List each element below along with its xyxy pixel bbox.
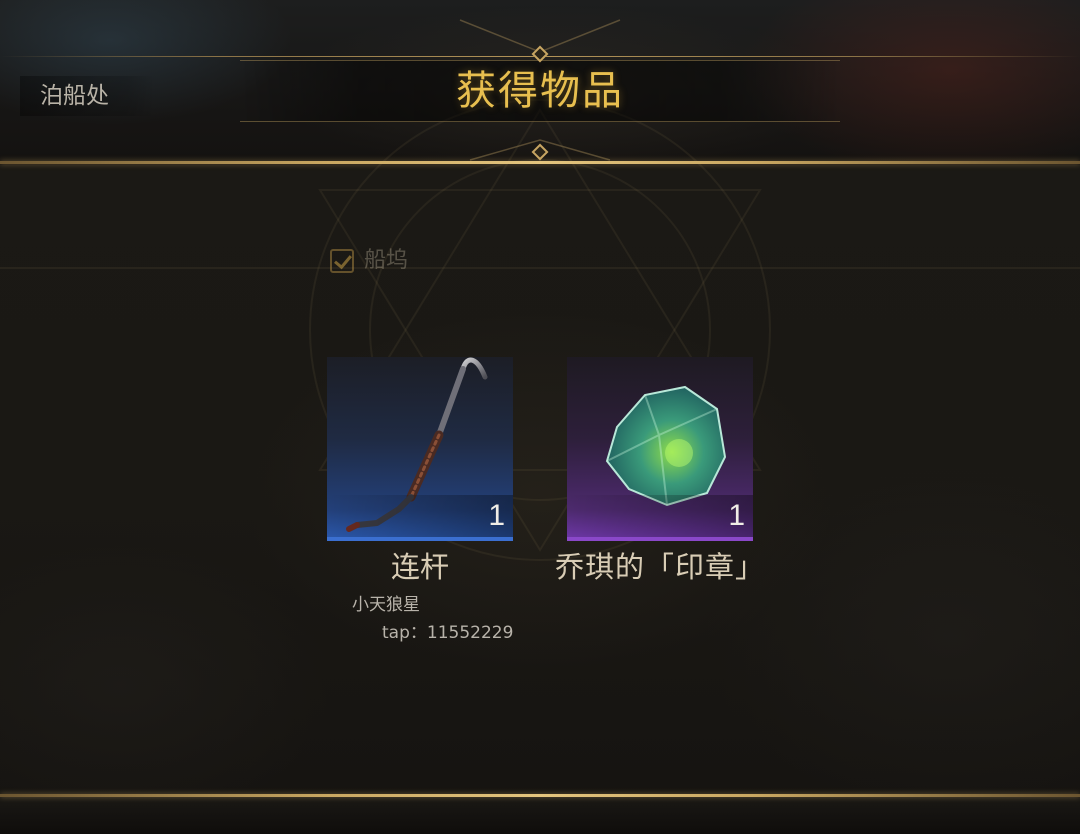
item-card-seal[interactable]: 1 <box>567 357 753 541</box>
quantity-bar <box>327 495 513 537</box>
item-quantity: 1 <box>488 499 505 532</box>
item-name-seal: 乔琪的「印章」 <box>554 550 765 584</box>
quantity-bar <box>567 495 753 537</box>
background-dock-option: 船坞 <box>330 244 408 278</box>
item-name-crowbar: 连杆 <box>390 550 449 584</box>
footer-gold-divider <box>0 794 1080 797</box>
header-gold-divider <box>0 161 1080 164</box>
location-label: 泊船处 <box>20 76 155 116</box>
panel-background <box>0 165 1080 795</box>
watermark-author: 小天狼星 <box>352 595 420 615</box>
item-quantity: 1 <box>728 499 745 532</box>
page-title: 获得物品 <box>456 68 624 114</box>
item-card-crowbar[interactable]: 1 <box>327 357 513 541</box>
background-dock-label: 船坞 <box>364 248 409 273</box>
checkbox-icon <box>330 249 354 273</box>
watermark-tap-id: tap：11552229 <box>382 623 514 643</box>
footer-background <box>0 797 1080 834</box>
